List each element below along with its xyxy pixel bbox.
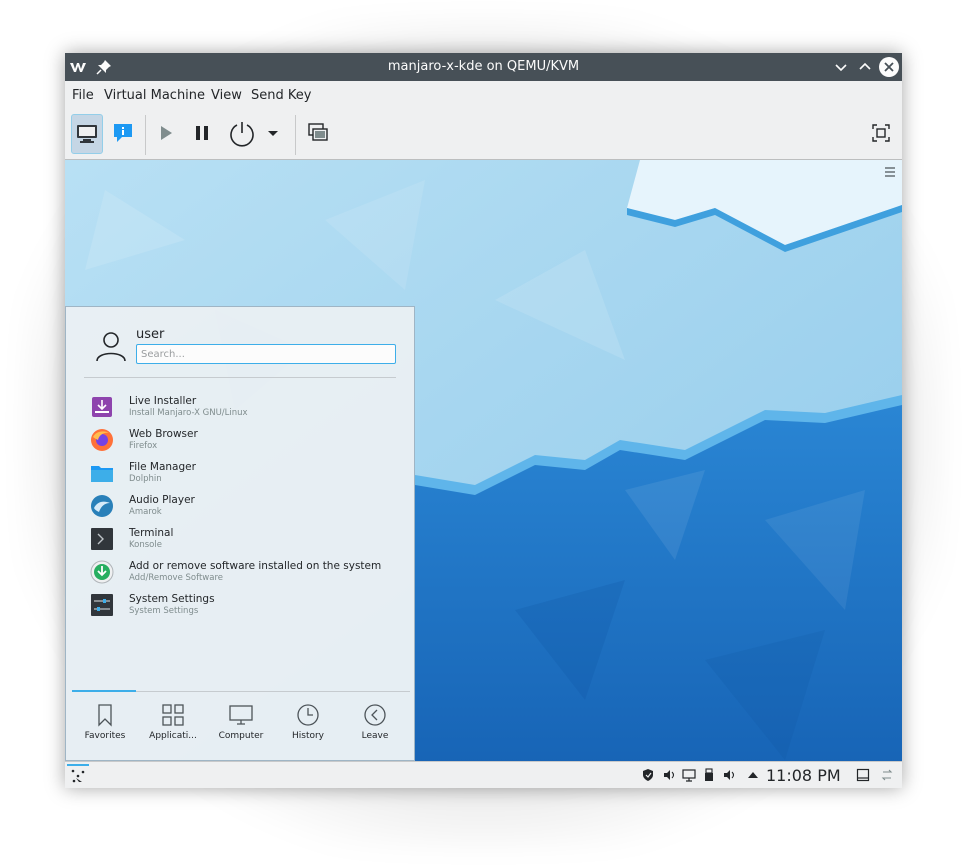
installer-icon	[92, 397, 112, 417]
toolbar-separator	[145, 115, 146, 155]
shutdown-menu-button[interactable]	[262, 117, 284, 149]
plasma-panel: 11:08 PM	[65, 761, 902, 788]
application-launcher-menu: user Live Installer Install Manjaro-X GN…	[65, 306, 415, 761]
folder-icon	[91, 466, 113, 482]
favorite-name: Web Browser	[129, 428, 198, 440]
user-avatar-icon	[96, 332, 126, 362]
shutdown-menu-icon	[268, 131, 278, 136]
details-button[interactable]	[107, 117, 139, 149]
pause-button[interactable]	[186, 117, 218, 149]
menu-file[interactable]: File	[72, 88, 94, 103]
maximize-button[interactable]	[856, 58, 874, 76]
favorite-name: Audio Player	[129, 494, 195, 506]
favorite-web-browser[interactable]: Web Browser Firefox	[90, 426, 400, 456]
tray-expand-arrow-icon[interactable]	[746, 768, 760, 782]
favorite-name: System Settings	[129, 593, 215, 605]
favorite-name: Live Installer	[129, 395, 197, 407]
tab-label: Favorites	[84, 731, 126, 741]
window-title: manjaro-x-kde on QEMU/KVM	[387, 59, 580, 74]
guest-display[interactable]: user Live Installer Install Manjaro-X GN…	[65, 160, 902, 788]
launcher-tab-bar: Favorites Applicati... Computer History …	[66, 688, 416, 762]
favorite-add-remove-software[interactable]: Add or remove software installed on the …	[90, 558, 400, 588]
menu-view[interactable]: View	[211, 88, 242, 103]
vm-window: manjaro-x-kde on QEMU/KVM File Virtual M…	[65, 53, 902, 788]
title-bar[interactable]: manjaro-x-kde on QEMU/KVM	[65, 53, 902, 81]
removable-device-icon[interactable]	[702, 768, 716, 782]
menu-send-key[interactable]: Send Key	[251, 88, 311, 103]
favorite-description: Konsole	[129, 540, 162, 550]
search-input[interactable]	[136, 344, 396, 364]
toolbar	[65, 109, 902, 160]
firewall-shield-icon[interactable]	[641, 768, 655, 782]
tab-label: Leave	[361, 731, 389, 741]
active-tab-indicator	[72, 690, 136, 692]
tab-favorites[interactable]: Favorites	[72, 702, 138, 752]
favorite-audio-player[interactable]: Audio Player Amarok	[90, 492, 400, 522]
favorite-description: Install Manjaro-X GNU/Linux	[129, 408, 248, 418]
tab-history[interactable]: History	[275, 702, 341, 752]
tab-applications[interactable]: Applicati...	[140, 702, 206, 752]
menu-bar: File Virtual Machine View Send Key	[65, 81, 902, 109]
favorite-file-manager[interactable]: File Manager Dolphin	[90, 459, 400, 489]
favorite-system-settings[interactable]: System Settings System Settings	[90, 591, 400, 621]
tab-label: Computer	[218, 731, 264, 741]
header-divider	[84, 377, 396, 378]
pause-icon	[196, 126, 208, 140]
computer-icon	[229, 705, 253, 725]
audio-icon[interactable]	[662, 768, 676, 782]
fullscreen-icon	[872, 124, 890, 142]
favorite-description: Firefox	[129, 441, 158, 451]
username: user	[136, 327, 165, 342]
clock[interactable]: 11:08 PM	[766, 766, 841, 785]
favorite-description: Amarok	[129, 507, 162, 517]
bookmark-icon	[98, 704, 112, 727]
favorite-terminal[interactable]: Terminal Konsole	[90, 525, 400, 555]
launcher-active-indicator	[67, 764, 89, 766]
snapshots-icon	[308, 123, 328, 141]
favorite-description: System Settings	[129, 606, 199, 616]
settings-icon	[91, 594, 113, 616]
panel-options-icon[interactable]	[880, 768, 894, 782]
shutdown-icon	[230, 122, 254, 147]
firefox-icon	[91, 429, 113, 451]
favorite-name: File Manager	[129, 461, 196, 473]
application-launcher-icon[interactable]	[70, 768, 86, 784]
minimize-button[interactable]	[832, 58, 850, 76]
display-icon[interactable]	[682, 768, 696, 782]
favorite-description: Add/Remove Software	[129, 573, 223, 583]
history-clock-icon	[297, 704, 319, 726]
menu-virtual-machine[interactable]: Virtual Machine	[104, 88, 205, 103]
desktop-toolbox-icon[interactable]	[884, 166, 896, 178]
volume-icon[interactable]	[722, 768, 736, 782]
shutdown-button[interactable]	[226, 117, 258, 149]
favorite-description: Dolphin	[129, 474, 162, 484]
favorite-live-installer[interactable]: Live Installer Install Manjaro-X GNU/Lin…	[90, 393, 400, 423]
tab-label: History	[291, 731, 325, 741]
tab-leave[interactable]: Leave	[342, 702, 408, 752]
software-icon	[90, 560, 114, 584]
close-icon	[884, 62, 894, 72]
favorite-name: Add or remove software installed on the …	[129, 560, 382, 572]
favorite-name: Terminal	[129, 527, 174, 539]
console-button[interactable]	[71, 114, 103, 154]
details-icon	[114, 124, 132, 142]
close-button[interactable]	[879, 57, 899, 77]
amarok-icon	[91, 495, 113, 517]
run-button[interactable]	[150, 117, 182, 149]
toolbar-separator	[295, 115, 296, 155]
run-icon	[161, 126, 172, 140]
terminal-icon	[91, 528, 113, 550]
tab-label: Applicati...	[149, 731, 197, 741]
applications-grid-icon	[162, 704, 184, 726]
console-icon	[77, 125, 97, 143]
tab-computer[interactable]: Computer	[208, 702, 274, 752]
snapshots-button[interactable]	[302, 117, 334, 149]
leave-back-icon	[364, 704, 386, 726]
fullscreen-button[interactable]	[865, 117, 897, 149]
show-desktop-icon[interactable]	[856, 768, 870, 782]
